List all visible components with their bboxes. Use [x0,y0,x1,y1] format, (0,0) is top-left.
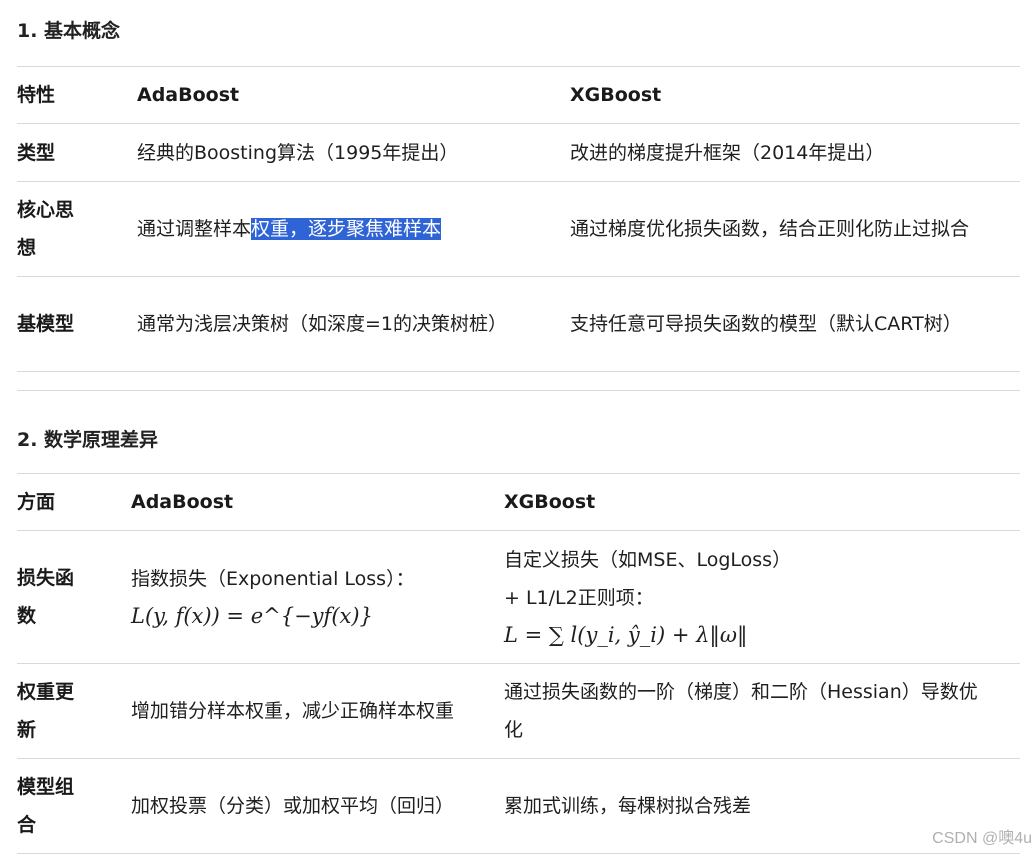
basic-concepts-table: 特性 AdaBoost XGBoost 类型 经典的Boosting算法（199… [17,66,1020,372]
column-header: 方面 [17,473,131,531]
row-label: 核心思想 [17,181,137,277]
section-divider [17,390,1020,391]
table-row: 类型 经典的Boosting算法（1995年提出） 改进的梯度提升框架（2014… [17,123,1020,182]
adaboost-cell: 经典的Boosting算法（1995年提出） [137,123,570,182]
cell-text: + L1/L2正则项： [504,587,654,609]
row-label: 模型组合 [17,758,131,854]
column-header: XGBoost [570,66,1020,124]
cell-text: 自定义损失（如MSE、LogLoss） [504,549,792,571]
selected-text-highlight[interactable]: 权重，逐步聚焦难样本 [251,218,442,240]
csdn-watermark: CSDN @噢4u [932,830,1032,847]
table-header-row: 特性 AdaBoost XGBoost [17,66,1020,124]
row-label: 基模型 [17,276,137,372]
table-header-row: 方面 AdaBoost XGBoost [17,473,1020,531]
section-1-title: 1. 基本概念 [17,20,121,42]
table-row: 损失函数 指数损失（Exponential Loss）： L(y, f(x)) … [17,530,1020,664]
xgboost-cell: 支持任意可导损失函数的模型（默认CART树） [570,276,1020,372]
table-row: 模型组合 加权投票（分类）或加权平均（回归） 累加式训练，每棵树拟合残差 [17,758,1020,854]
table-row: 权重更新 增加错分样本权重，减少正确样本权重 通过损失函数的一阶（梯度）和二阶（… [17,663,1020,759]
xgboost-loss-formula: L = ∑ l(y_i, ŷ_i) + λ‖ω‖ [504,623,748,647]
xgboost-cell: 通过损失函数的一阶（梯度）和二阶（Hessian）导数优化 [504,663,1020,759]
column-header: 特性 [17,66,137,124]
row-label: 权重更新 [17,663,131,759]
row-label: 损失函数 [17,530,131,664]
adaboost-cell: 增加错分样本权重，减少正确样本权重 [131,663,504,759]
column-header: AdaBoost [137,66,570,124]
cell-text: 通过调整样本 [137,218,252,240]
adaboost-cell: 通常为浅层决策树（如深度=1的决策树桩） [137,276,570,372]
adaboost-cell: 指数损失（Exponential Loss）： L(y, f(x)) = e^{… [131,530,504,664]
xgboost-cell: 改进的梯度提升框架（2014年提出） [570,123,1020,182]
row-label: 类型 [17,123,137,182]
column-header: AdaBoost [131,473,504,531]
math-differences-table: 方面 AdaBoost XGBoost 损失函数 指数损失（Exponentia… [17,473,1020,854]
adaboost-cell: 通过调整样本权重，逐步聚焦难样本 [137,181,570,277]
table-row: 基模型 通常为浅层决策树（如深度=1的决策树桩） 支持任意可导损失函数的模型（默… [17,276,1020,372]
section-2-title: 2. 数学原理差异 [17,429,159,451]
adaboost-loss-formula: L(y, f(x)) = e^{−yf(x)} [131,604,373,628]
xgboost-cell: 通过梯度优化损失函数，结合正则化防止过拟合 [570,181,1020,277]
column-header: XGBoost [504,473,1020,531]
cell-text: 指数损失（Exponential Loss）： [131,568,415,590]
table-row: 核心思想 通过调整样本权重，逐步聚焦难样本 通过梯度优化损失函数，结合正则化防止… [17,181,1020,277]
adaboost-cell: 加权投票（分类）或加权平均（回归） [131,758,504,854]
xgboost-cell: 自定义损失（如MSE、LogLoss） + L1/L2正则项： L = ∑ l(… [504,530,1020,664]
